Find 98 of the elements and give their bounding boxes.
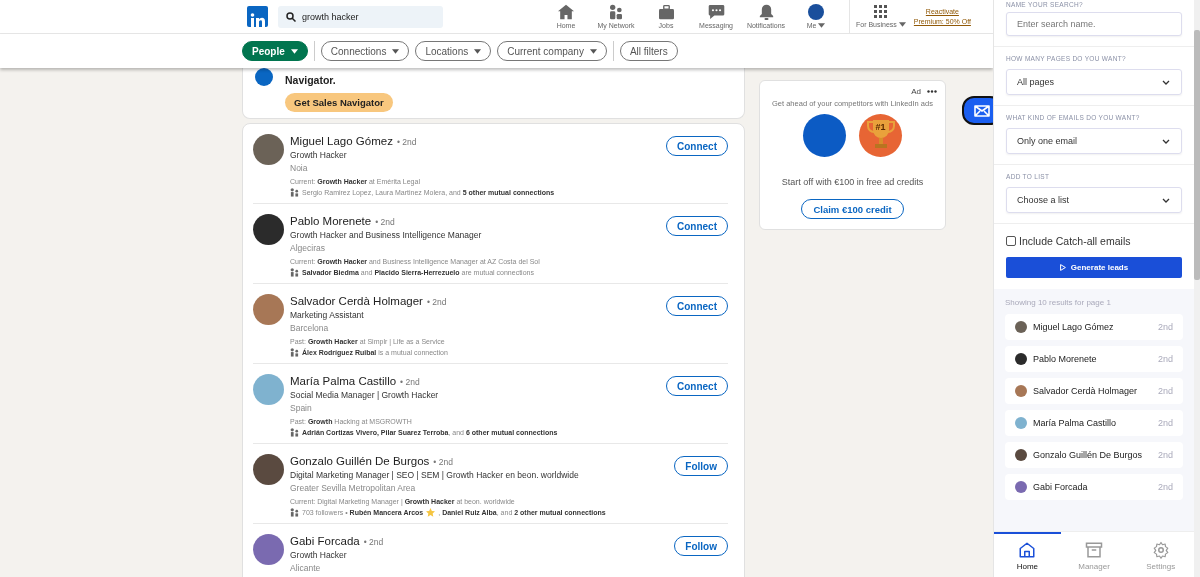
caret-icon	[818, 23, 826, 28]
headline: Digital Marketing Manager | SEO | SEM | Growth Hacker en beon. worldwide	[290, 470, 580, 480]
checkbox-label[interactable]: Include Catch-all emails	[1019, 235, 1131, 247]
chevron-down-icon	[1162, 197, 1170, 203]
connection-degree: • 2nd	[375, 217, 395, 227]
grid-icon	[873, 5, 888, 19]
lead-item[interactable]: Miguel Lago Gómez 2nd	[1005, 314, 1183, 340]
action-button[interactable]: Follow	[674, 456, 728, 476]
dropdown[interactable]: Choose a list	[1006, 187, 1182, 213]
filter-chip[interactable]: People	[242, 41, 308, 61]
lead-item[interactable]: Salvador Cerdà Holmager 2nd	[1005, 378, 1183, 404]
avatar[interactable]	[253, 454, 284, 485]
headline: Marketing Assistant	[290, 310, 365, 320]
action-button[interactable]: Connect	[666, 136, 728, 156]
filter-chip[interactable]: All filters	[619, 41, 678, 61]
photo-placeholder	[803, 114, 846, 157]
connection-degree: • 2nd	[400, 377, 420, 387]
dropdown[interactable]: All pages	[1006, 69, 1182, 95]
avatar-icon	[808, 4, 824, 20]
location: Greater Sevilla Metropolitan Area	[290, 483, 417, 493]
headline: Growth Hacker and Business Intelligence Manager	[290, 230, 483, 240]
lead-item[interactable]: Gabi Forcada 2nd	[1005, 474, 1183, 500]
caret-icon	[392, 48, 400, 54]
results-summary: Showing 10 results for page 1	[1005, 298, 1112, 307]
generate-leads-button[interactable]: Generate leads	[1006, 257, 1182, 278]
caret-icon	[290, 48, 298, 54]
search-name-field[interactable]: Enter search name.	[1006, 12, 1182, 36]
location: Algeciras	[290, 243, 326, 253]
home-icon	[557, 4, 575, 20]
play-icon	[1059, 264, 1066, 271]
headline: Growth Hacker	[290, 150, 348, 160]
avatar	[1015, 449, 1027, 461]
connection-degree: • 2nd	[363, 537, 384, 547]
star-icon	[426, 508, 436, 517]
archive-box-icon	[1085, 540, 1103, 559]
people-icon	[608, 4, 624, 20]
headline: Growth Hacker	[290, 550, 348, 560]
headline: Social Media Manager | Growth Hacker	[290, 390, 440, 400]
settings-icon	[1151, 540, 1170, 559]
search-icon	[286, 11, 296, 22]
avatar	[1015, 385, 1027, 397]
person-name[interactable]: Pablo Morenete	[290, 215, 372, 227]
lead-item[interactable]: María Palma Castillo 2nd	[1005, 410, 1183, 436]
home-icon	[1018, 540, 1037, 559]
connection-degree: • 2nd	[426, 297, 447, 307]
person-name[interactable]: Salvador Cerdà Holmager	[290, 295, 423, 307]
location: Spain	[290, 403, 313, 413]
people-icon	[290, 508, 299, 517]
caret-icon	[589, 48, 597, 54]
bell-icon	[758, 4, 774, 20]
ad-text: Start off with €100 in free ad credits	[781, 177, 924, 187]
ad-label: Ad	[911, 87, 921, 96]
people-icon	[290, 268, 299, 277]
nav-tab[interactable]: Home	[994, 532, 1061, 577]
dropdown[interactable]: Only one email	[1006, 128, 1182, 154]
action-button[interactable]: Connect	[666, 376, 728, 396]
extension-button[interactable]	[962, 96, 993, 125]
avatar	[1015, 481, 1027, 493]
connection-degree: • 2nd	[396, 137, 417, 147]
person-name[interactable]: Gonzalo Guillén De Burgos	[290, 455, 430, 467]
claim-credit-button[interactable]: Claim €100 credit	[801, 199, 904, 219]
checkbox[interactable]	[1006, 236, 1016, 246]
location: Barcelona	[290, 323, 330, 333]
person-name[interactable]: Miguel Lago Gómez	[290, 135, 393, 147]
people-icon	[290, 188, 299, 197]
briefcase-icon	[657, 4, 675, 20]
action-button[interactable]: Follow	[674, 536, 728, 556]
action-button[interactable]: Connect	[666, 216, 728, 236]
filter-chip[interactable]: Locations	[415, 41, 492, 61]
envelope-icon	[974, 104, 990, 117]
avatar	[1015, 417, 1027, 429]
caret-icon	[898, 22, 906, 27]
person-name[interactable]: María Palma Castillo	[290, 375, 397, 387]
filter-chip[interactable]: Current company	[497, 41, 607, 61]
avatar	[1015, 353, 1027, 365]
chevron-down-icon	[1162, 79, 1170, 85]
lead-item[interactable]: Gonzalo Guillén De Burgos 2nd	[1005, 442, 1183, 468]
chat-icon	[707, 4, 725, 20]
location: Noia	[290, 163, 309, 173]
lead-item[interactable]: Pablo Morenete 2nd	[1005, 346, 1183, 372]
filter-chip[interactable]: Connections	[320, 41, 410, 61]
person-name[interactable]: Gabi Forcada	[290, 535, 360, 547]
people-icon	[290, 348, 299, 357]
sales-navigator-button[interactable]: Get Sales Navigator	[285, 93, 393, 112]
action-button[interactable]: Connect	[666, 296, 728, 316]
linkedin-logo[interactable]	[247, 6, 268, 27]
location: Alicante	[290, 563, 322, 573]
chevron-down-icon	[1162, 138, 1170, 144]
scrollbar[interactable]	[1194, 0, 1200, 577]
connection-degree: • 2nd	[433, 457, 453, 467]
caret-icon	[474, 48, 482, 54]
banner-text: Navigator.	[285, 74, 337, 86]
people-icon	[290, 428, 299, 437]
trophy-badge: #1	[859, 114, 902, 157]
search-field[interactable]: growth hacker	[278, 5, 443, 28]
avatar	[1015, 321, 1027, 333]
more-icon[interactable]	[927, 90, 937, 93]
avatar[interactable]	[253, 214, 284, 245]
